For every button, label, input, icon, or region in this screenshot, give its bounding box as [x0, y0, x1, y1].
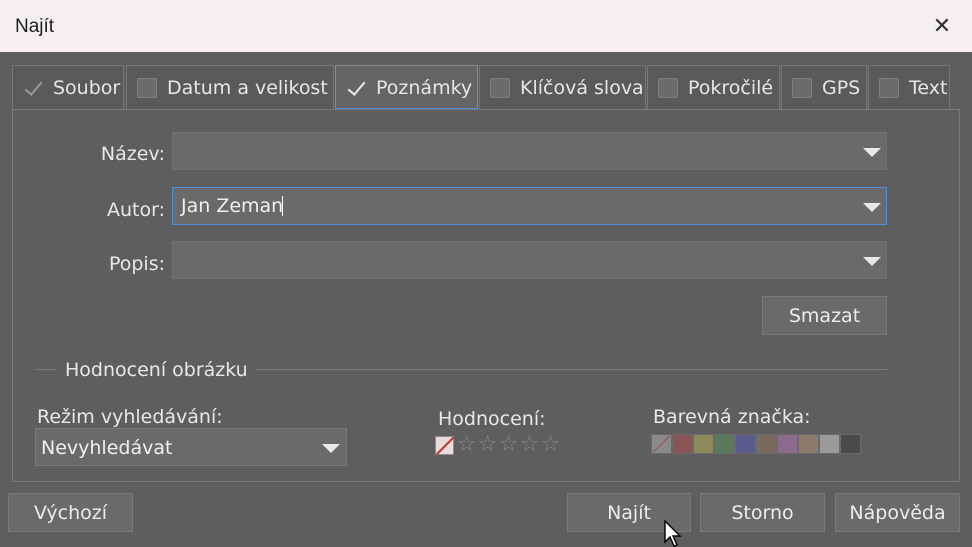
search-mode-label: Režim vyhledávání:: [37, 406, 223, 428]
author-combo[interactable]: Jan Zeman: [172, 187, 887, 225]
color-swatch[interactable]: [777, 434, 798, 454]
color-swatch[interactable]: [672, 434, 693, 454]
default-button[interactable]: Výchozí: [8, 493, 133, 532]
tab-label: GPS: [822, 76, 861, 99]
tab-label: Poznámky: [376, 76, 473, 99]
star-icon[interactable]: ☆: [519, 434, 540, 456]
star-icon[interactable]: ☆: [540, 434, 561, 456]
star-icon[interactable]: ☆: [477, 434, 498, 456]
section-title: Hodnocení obrázku: [57, 359, 256, 381]
tab-gps[interactable]: GPS: [781, 65, 867, 109]
tab-panel-poznamky: Název: Autor: Jan Zeman Popis: Smazat Ho…: [12, 109, 960, 482]
chevron-down-icon[interactable]: [856, 133, 886, 169]
rating-stars: ☆ ☆ ☆ ☆ ☆: [435, 434, 561, 456]
checkbox-icon[interactable]: [658, 77, 678, 98]
name-combo[interactable]: [172, 132, 887, 170]
tab-soubor[interactable]: Soubor: [12, 65, 124, 109]
author-label: Autor:: [107, 199, 165, 221]
star-icon[interactable]: ☆: [456, 434, 477, 456]
checkbox-icon[interactable]: [792, 77, 812, 98]
color-label: Barevná značka:: [653, 406, 811, 428]
chevron-down-icon[interactable]: [856, 188, 886, 224]
tab-label: Datum a velikost: [167, 76, 328, 99]
description-combo[interactable]: [172, 241, 887, 279]
tab-datum-a-velikost[interactable]: Datum a velikost: [126, 65, 334, 109]
name-label: Název:: [100, 143, 165, 165]
description-label: Popis:: [108, 253, 165, 275]
tab-label: Klíčová slova: [520, 76, 644, 99]
checkbox-icon[interactable]: [137, 77, 157, 98]
cancel-button[interactable]: Storno: [700, 493, 825, 532]
tab-poznamky[interactable]: Poznámky: [335, 65, 478, 110]
tab-strip: Soubor Datum a velikost Poznámky Klíčová…: [12, 65, 960, 110]
checkbox-icon[interactable]: [879, 77, 899, 98]
search-mode-value: Nevyhledávat: [41, 437, 173, 459]
star-icon[interactable]: ☆: [498, 434, 519, 456]
mouse-pointer-icon: [664, 520, 682, 547]
tab-text[interactable]: Text: [868, 65, 950, 109]
text-caret: [282, 196, 283, 216]
checkbox-icon[interactable]: [490, 77, 510, 98]
checkbox-icon[interactable]: [23, 78, 43, 98]
help-button[interactable]: Nápověda: [835, 493, 960, 532]
color-swatch[interactable]: [840, 434, 861, 454]
color-swatch[interactable]: [735, 434, 756, 454]
tab-label: Pokročilé: [688, 76, 774, 99]
author-value[interactable]: Jan Zeman: [181, 195, 283, 217]
color-swatch[interactable]: [693, 434, 714, 454]
color-swatch[interactable]: [798, 434, 819, 454]
find-dialog: Soubor Datum a velikost Poznámky Klíčová…: [0, 52, 972, 547]
tab-pokrocile[interactable]: Pokročilé: [647, 65, 780, 109]
clear-button[interactable]: Smazat: [762, 296, 887, 335]
color-swatch[interactable]: [756, 434, 777, 454]
search-mode-select[interactable]: Nevyhledávat: [35, 428, 347, 466]
tab-label: Soubor: [53, 76, 121, 99]
chevron-down-icon[interactable]: [856, 242, 886, 278]
color-swatches: [651, 434, 861, 454]
window-title: Najít: [15, 16, 55, 37]
no-color-swatch[interactable]: [651, 434, 672, 454]
tab-klicova-slova[interactable]: Klíčová slova: [479, 65, 646, 109]
rating-label: Hodnocení:: [438, 408, 546, 430]
no-rating-icon[interactable]: [435, 435, 454, 455]
close-icon[interactable]: ✕: [924, 10, 960, 42]
checkbox-icon[interactable]: [346, 78, 366, 98]
tab-label: Text: [909, 76, 948, 99]
title-bar: Najít ✕: [0, 0, 972, 52]
color-swatch[interactable]: [714, 434, 735, 454]
color-swatch[interactable]: [819, 434, 840, 454]
